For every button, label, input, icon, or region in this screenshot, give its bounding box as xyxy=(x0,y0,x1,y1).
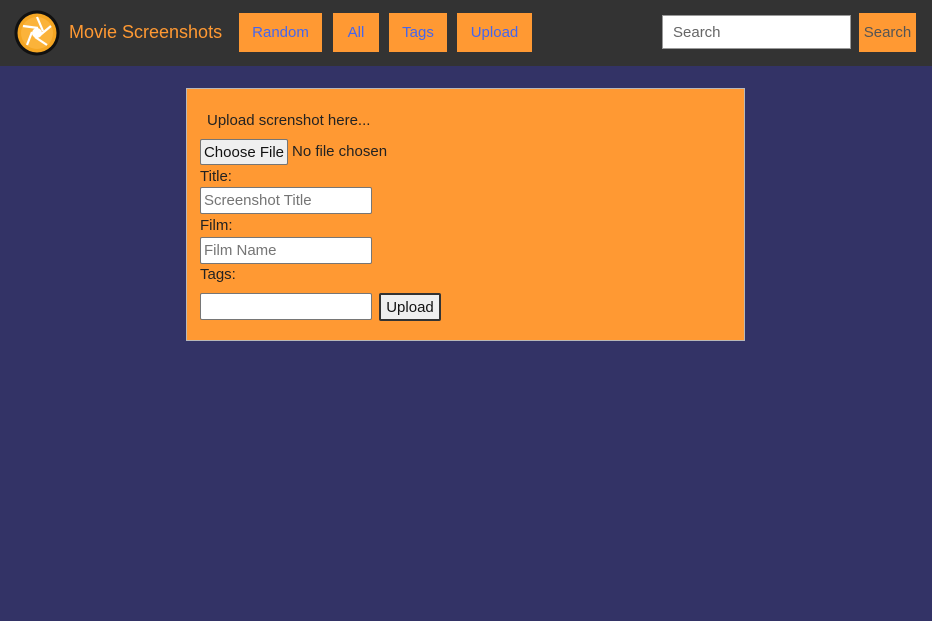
title-input[interactable] xyxy=(200,187,372,214)
tags-input[interactable] xyxy=(200,293,372,320)
nav-tags-button[interactable]: Tags xyxy=(389,13,447,52)
site-title[interactable]: Movie Screenshots xyxy=(69,22,222,43)
top-navigation-bar: Movie Screenshots Random All Tags Upload… xyxy=(0,0,932,66)
upload-heading: Upload screnshot here... xyxy=(207,112,371,129)
upload-submit-button[interactable]: Upload xyxy=(379,293,441,321)
tags-label: Tags: xyxy=(200,266,236,283)
search-button[interactable]: Search xyxy=(859,13,916,52)
nav-random-button[interactable]: Random xyxy=(239,13,322,52)
nav-upload-button[interactable]: Upload xyxy=(457,13,532,52)
nav-all-button[interactable]: All xyxy=(333,13,379,52)
title-label: Title: xyxy=(200,168,232,185)
film-input[interactable] xyxy=(200,237,372,264)
choose-file-button[interactable]: Choose File xyxy=(200,139,288,165)
search-input[interactable] xyxy=(662,15,851,49)
film-label: Film: xyxy=(200,217,233,234)
file-status-text: No file chosen xyxy=(292,143,388,160)
camera-aperture-icon[interactable] xyxy=(14,10,60,56)
